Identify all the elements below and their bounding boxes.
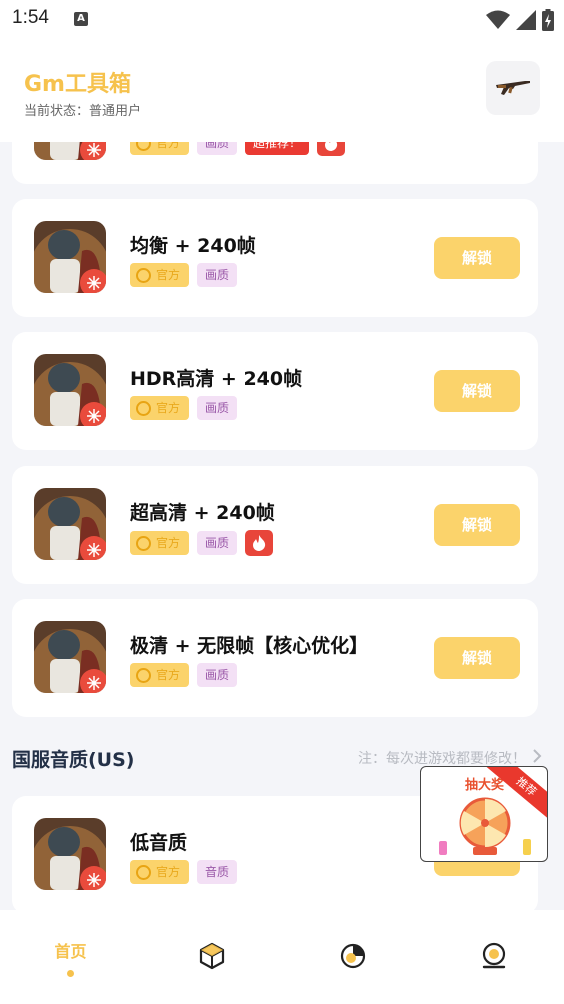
game-thumbnail: [34, 221, 106, 293]
bottom-nav: 首页: [0, 910, 564, 1004]
quality-tag: 画质: [197, 396, 238, 420]
wifi-icon: [486, 10, 510, 29]
card-title: HDR高清 + 240帧: [130, 368, 303, 390]
status-time: 1:54: [12, 7, 49, 28]
unlock-button[interactable]: 解锁: [434, 370, 520, 412]
system-icons: [486, 9, 554, 31]
notification-a-icon: A: [74, 12, 88, 26]
quality-tag: 画质: [197, 531, 238, 555]
official-tag-label: 官方: [156, 865, 181, 879]
rifle-icon: [496, 81, 530, 95]
graphics-card: 极清 + 无限帧【核心优化】 官方 画质 解锁: [12, 599, 538, 717]
box-icon: [199, 942, 224, 970]
user-status: 当前状态：普通用户: [24, 104, 142, 119]
audio-tag: 音质: [197, 860, 238, 884]
recommend-tag: 超推荐！: [245, 142, 310, 155]
prize-wheel-icon: [439, 797, 531, 855]
unlock-button[interactable]: 解锁: [434, 237, 520, 279]
official-tag-label: 官方: [156, 142, 181, 150]
official-tag-label: 官方: [156, 668, 181, 682]
hot-icon: [245, 530, 274, 556]
game-thumbnail: [34, 354, 106, 426]
card-tags: 官方 画质: [130, 663, 238, 687]
app-title: Gm工具箱: [24, 72, 131, 97]
official-tag-label: 官方: [156, 536, 181, 550]
hot-icon: [317, 142, 346, 156]
rifle-button[interactable]: [486, 61, 540, 115]
nav-tools[interactable]: [141, 910, 282, 1004]
game-thumbnail: [34, 818, 106, 890]
card-tags: 官方 音质: [130, 860, 238, 884]
official-tag: 官方: [130, 531, 190, 555]
official-tag-label: 官方: [156, 268, 181, 282]
official-tag: 官方: [130, 860, 190, 884]
official-tag: 官方: [130, 142, 190, 155]
coin-icon: [136, 267, 151, 283]
nav-active-dot: [67, 970, 74, 977]
unlock-button[interactable]: 解锁: [434, 637, 520, 679]
graphics-card: 官方 画质 超推荐！ 解锁: [12, 142, 538, 184]
game-thumbnail: [34, 488, 106, 560]
official-tag: 官方: [130, 663, 190, 687]
coin-icon: [136, 864, 151, 880]
graphics-card: 均衡 + 240帧 官方 画质 解锁: [12, 199, 538, 317]
coin-icon: [136, 142, 151, 151]
game-thumbnail: [34, 621, 106, 693]
official-tag: 官方: [130, 263, 190, 287]
status-bar: 1:54 A: [0, 0, 564, 38]
quality-tag: 画质: [197, 263, 238, 287]
card-tags: 官方 画质: [130, 263, 238, 287]
lottery-promo[interactable]: 抽大奖 推荐: [420, 766, 548, 862]
card-title: 均衡 + 240帧: [130, 235, 256, 257]
signal-icon: [516, 10, 536, 30]
audio-section-title: 国服音质(US): [12, 749, 135, 771]
audio-section-note[interactable]: 注：每次进游戏都要修改！: [358, 748, 526, 768]
official-tag-label: 官方: [156, 401, 181, 415]
card-title: 低音质: [130, 832, 188, 854]
card-tags: 官方 画质: [130, 530, 274, 556]
app-header: Gm工具箱 当前状态：普通用户: [0, 38, 564, 142]
nav-home-label: 首页: [54, 942, 87, 961]
coin-icon: [136, 400, 151, 416]
coin-icon: [136, 535, 151, 551]
nav-profile[interactable]: [423, 910, 564, 1004]
card-title: 极清 + 无限帧【核心优化】: [130, 635, 369, 657]
card-title: 超高清 + 240帧: [130, 502, 275, 524]
nav-stats[interactable]: [282, 910, 423, 1004]
card-tags: 官方 画质 超推荐！: [130, 142, 346, 156]
chevron-right-icon[interactable]: [532, 748, 542, 764]
game-thumbnail: [34, 142, 106, 160]
coin-icon: [136, 667, 151, 683]
pie-chart-icon: [340, 943, 365, 969]
quality-tag: 画质: [197, 142, 238, 155]
card-tags: 官方 画质: [130, 396, 238, 420]
graphics-card: HDR高清 + 240帧 官方 画质 解锁: [12, 332, 538, 450]
battery-icon: [542, 9, 554, 31]
profile-icon: [482, 942, 505, 969]
nav-home[interactable]: 首页: [0, 910, 141, 1004]
official-tag: 官方: [130, 396, 190, 420]
quality-tag: 画质: [197, 663, 238, 687]
unlock-button[interactable]: 解锁: [434, 504, 520, 546]
graphics-card: 超高清 + 240帧 官方 画质 解锁: [12, 466, 538, 584]
